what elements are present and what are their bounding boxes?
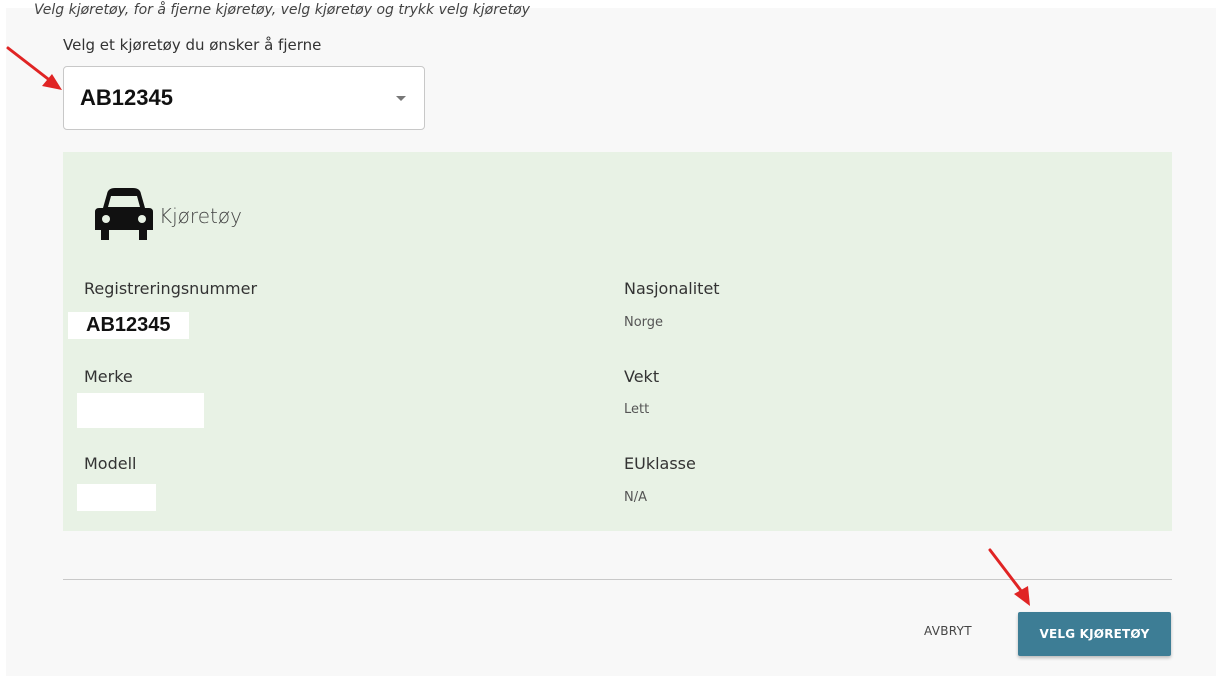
vehicle-info-card: Kjøretøy Registreringsnummer AB12345 Mer… xyxy=(63,152,1172,531)
nasjonalitet-value: Norge xyxy=(624,315,664,330)
modell-value-redacted xyxy=(77,484,156,511)
annotation-arrow-icon xyxy=(6,46,62,90)
instruction-text: Velg kjøretøy, for å fjerne kjøretøy, ve… xyxy=(34,2,530,18)
select-vehicle-button[interactable]: VELG KJØRETØY xyxy=(1018,612,1171,656)
card-title: Kjøretøy xyxy=(159,204,242,228)
car-icon xyxy=(95,188,153,240)
merke-label: Merke xyxy=(84,367,133,386)
modell-label: Modell xyxy=(84,454,137,473)
vekt-value: Lett xyxy=(624,402,650,417)
vehicle-select-value: AB12345 xyxy=(80,85,173,110)
registreringsnummer-label: Registreringsnummer xyxy=(84,279,258,298)
vehicle-select-label: Velg et kjøretøy du ønsker å fjerne xyxy=(63,36,322,54)
cancel-button[interactable]: AVBRYT xyxy=(918,623,978,639)
nasjonalitet-label: Nasjonalitet xyxy=(624,279,720,298)
annotation-arrow-icon xyxy=(988,548,1030,606)
registreringsnummer-value: AB12345 xyxy=(68,312,189,339)
euklasse-label: EUklasse xyxy=(624,454,696,473)
vekt-label: Vekt xyxy=(624,367,660,386)
vehicle-select[interactable]: AB12345 xyxy=(63,66,425,130)
merke-value-redacted xyxy=(77,393,204,428)
euklasse-value: N/A xyxy=(624,490,647,505)
chevron-down-icon[interactable] xyxy=(396,96,406,101)
